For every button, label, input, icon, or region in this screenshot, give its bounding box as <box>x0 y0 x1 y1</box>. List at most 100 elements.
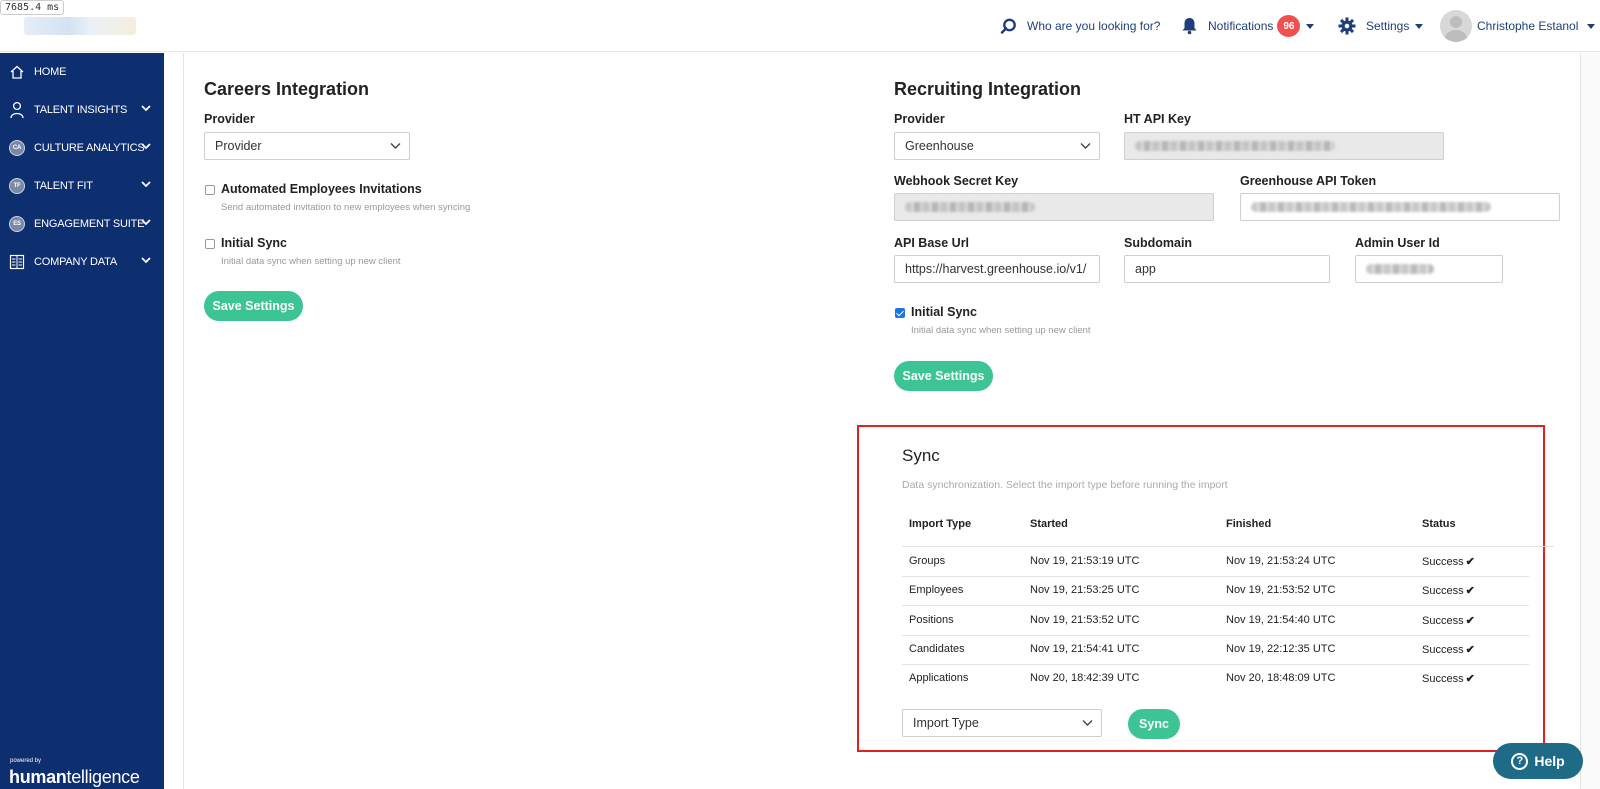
careers-provider-select[interactable]: Provider <box>204 132 410 160</box>
sidebar-item-label: CULTURE ANALYTICS <box>34 142 145 154</box>
checkmark-icon: ✔ <box>1465 614 1475 627</box>
column-header-finished: Finished <box>1226 518 1272 530</box>
render-time-label: 7685.4 ms <box>0 0 65 15</box>
careers-integration-title: Careers Integration <box>204 79 370 99</box>
chevron-down-icon <box>1587 23 1596 29</box>
table-divider <box>902 546 1554 547</box>
table-cell: Success ✔ <box>1422 556 1475 568</box>
careers-initial-sync-checkbox[interactable] <box>205 239 215 249</box>
chevron-down-icon <box>141 257 151 264</box>
column-header-import-type: Import Type <box>909 518 972 530</box>
chevron-down-icon <box>141 219 151 226</box>
careers-save-settings-button[interactable]: Save Settings <box>204 291 303 321</box>
recruiting-initial-sync-description: Initial data sync when setting up new cl… <box>911 325 1091 336</box>
api-base-url-input[interactable]: https://harvest.greenhouse.io/v1/ <box>894 255 1100 283</box>
home-icon <box>8 63 26 81</box>
ht-api-key-label: HT API Key <box>1124 112 1191 126</box>
settings-label: Settings <box>1366 19 1410 33</box>
search-icon <box>1000 18 1016 34</box>
user-name: Christophe Estanol <box>1477 19 1579 33</box>
ht-api-key-input[interactable] <box>1124 132 1444 160</box>
checkmark-icon: ✔ <box>1465 673 1475 686</box>
table-cell: Nov 19, 22:12:35 UTC <box>1226 642 1336 655</box>
company-logo[interactable] <box>24 17 136 35</box>
recruiting-initial-sync-checkbox[interactable] <box>895 308 905 318</box>
sidebar-item-label: HOME <box>34 66 67 78</box>
masked-value <box>1135 141 1335 151</box>
question-icon: ? <box>1511 752 1529 770</box>
sidebar-item-home[interactable]: HOME <box>0 57 164 87</box>
table-cell: Nov 19, 21:53:19 UTC <box>1030 555 1140 567</box>
chevron-down-icon <box>1415 23 1424 29</box>
greenhouse-api-token-label: Greenhouse API Token <box>1240 174 1377 188</box>
chevron-down-icon <box>1082 720 1093 726</box>
notifications-menu[interactable]: Notifications 96 <box>1181 0 1315 52</box>
table-row: Applications <box>909 672 969 685</box>
sidebar-item-talent-insights[interactable]: TALENT INSIGHTS <box>0 95 164 125</box>
es-icon: ES <box>9 216 25 232</box>
sidebar-item-company-data[interactable]: COMPANY DATA <box>0 247 164 277</box>
user-menu[interactable]: Christophe Estanol <box>1440 0 1596 52</box>
recruiting-initial-sync-label: Initial Sync <box>911 305 977 319</box>
careers-provider-label: Provider <box>204 112 255 126</box>
table-cell: Success ✔ <box>1422 614 1475 627</box>
column-header-started: Started <box>1030 518 1068 530</box>
settings-menu[interactable]: Settings <box>1338 0 1424 52</box>
admin-user-id-label: Admin User Id <box>1355 236 1440 250</box>
sync-button[interactable]: Sync <box>1128 709 1180 739</box>
subdomain-input[interactable]: app <box>1124 255 1330 283</box>
page-scrollbar[interactable] <box>1581 53 1600 789</box>
greenhouse-api-token-input[interactable] <box>1240 193 1560 221</box>
avatar <box>1440 10 1472 42</box>
person-icon <box>8 101 26 119</box>
checkmark-icon: ✔ <box>1465 556 1475 568</box>
ca-icon: CA <box>9 140 25 156</box>
brand-logo: humantelligence <box>9 767 140 787</box>
table-cell: Success ✔ <box>1422 585 1475 598</box>
top-bar: Who are you looking for? Notifications 9… <box>0 0 1600 52</box>
notifications-count-badge: 96 <box>1277 15 1301 37</box>
sync-description: Data synchronization. Select the import … <box>902 479 1228 491</box>
masked-value <box>1251 202 1491 212</box>
recruiting-provider-select[interactable]: Greenhouse <box>894 132 1100 160</box>
webhook-secret-key-label: Webhook Secret Key <box>894 174 1019 188</box>
table-cell: Nov 20, 18:42:39 UTC <box>1030 672 1140 685</box>
table-cell: Nov 19, 21:54:40 UTC <box>1226 613 1336 626</box>
sidebar-item-label: TALENT INSIGHTS <box>34 104 128 116</box>
webhook-secret-key-input[interactable] <box>894 193 1214 221</box>
gear-icon <box>1338 17 1356 35</box>
table-row: Groups <box>909 555 946 567</box>
row-divider <box>902 605 1529 607</box>
masked-value <box>905 202 1035 212</box>
sidebar-item-engagement-suite[interactable]: ES ENGAGEMENT SUITE <box>0 209 164 239</box>
recruiting-save-settings-button[interactable]: Save Settings <box>894 361 993 391</box>
help-button[interactable]: ? Help <box>1493 743 1583 779</box>
table-row: Candidates <box>909 642 965 655</box>
recruiting-provider-label: Provider <box>894 112 945 126</box>
chevron-down-icon <box>1080 143 1091 149</box>
admin-user-id-input[interactable] <box>1355 255 1503 283</box>
table-row: Employees <box>909 584 964 597</box>
chevron-down-icon <box>1306 23 1315 29</box>
masked-value <box>1366 264 1434 274</box>
row-divider <box>902 634 1529 636</box>
chevron-down-icon <box>390 143 401 149</box>
chevron-down-icon <box>141 143 151 150</box>
table-cell: Nov 19, 21:53:24 UTC <box>1226 555 1336 567</box>
recruiting-integration-title: Recruiting Integration <box>894 79 1082 99</box>
careers-initial-sync-description: Initial data sync when setting up new cl… <box>221 256 401 267</box>
chevron-down-icon <box>141 181 151 188</box>
import-type-select[interactable]: Import Type <box>902 709 1102 737</box>
sidebar-item-label: COMPANY DATA <box>34 256 117 268</box>
notifications-label: Notifications <box>1208 19 1274 33</box>
bell-icon <box>1182 18 1197 35</box>
row-divider <box>902 576 1529 577</box>
careers-initial-sync-label: Initial Sync <box>221 236 287 250</box>
table-cell: Nov 19, 21:53:52 UTC <box>1226 584 1336 597</box>
auto-invite-checkbox[interactable] <box>205 185 215 195</box>
sidebar-item-label: TALENT FIT <box>34 180 93 192</box>
sidebar-item-talent-fit[interactable]: TF TALENT FIT <box>0 171 164 201</box>
sidebar: HOME TALENT INSIGHTS CA CULTURE ANALYTIC… <box>0 53 164 789</box>
sidebar-item-culture-analytics[interactable]: CA CULTURE ANALYTICS <box>0 133 164 163</box>
search-link[interactable]: Who are you looking for? <box>1000 0 1160 52</box>
